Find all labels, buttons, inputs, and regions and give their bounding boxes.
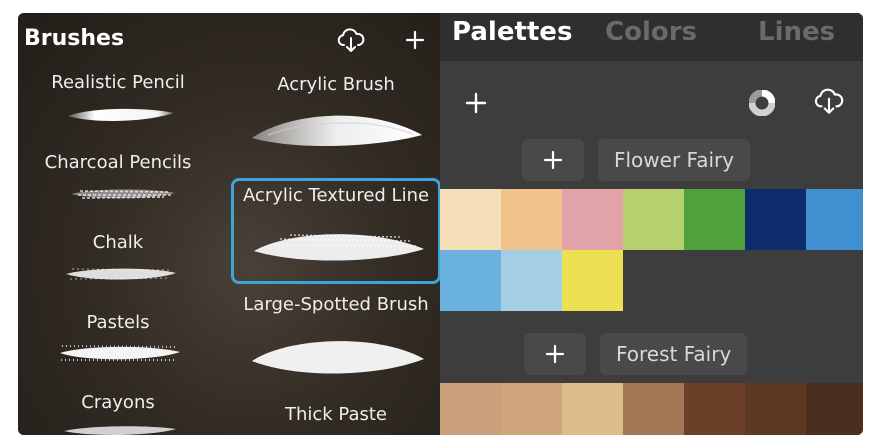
color-swatch[interactable] bbox=[806, 383, 863, 435]
charcoal-pencils-stroke-preview bbox=[71, 189, 175, 199]
color-swatch[interactable] bbox=[501, 250, 562, 311]
add-color-forest-fairy-button[interactable] bbox=[524, 333, 586, 375]
acrylic-brush-stroke-preview bbox=[252, 115, 422, 147]
crayons-stroke-preview bbox=[64, 426, 176, 435]
app-frame: Brushes Realistic Pencil Charcoal Pencil… bbox=[18, 13, 863, 435]
color-swatch[interactable] bbox=[562, 250, 623, 311]
color-swatch[interactable] bbox=[440, 189, 501, 250]
acrylic-textured-line-stroke-preview bbox=[254, 234, 424, 261]
color-swatch[interactable] bbox=[562, 383, 623, 435]
pastels-stroke-preview bbox=[60, 345, 180, 361]
plus-icon[interactable] bbox=[460, 87, 492, 119]
brush-large-spotted-brush[interactable]: Large-Spotted Brush bbox=[243, 294, 428, 315]
palette-name-flower-fairy[interactable]: Flower Fairy bbox=[598, 139, 751, 181]
color-swatch[interactable] bbox=[806, 189, 863, 250]
realistic-pencil-stroke-preview bbox=[68, 108, 174, 122]
palette-name-forest-fairy[interactable]: Forest Fairy bbox=[600, 333, 748, 375]
palettes-panel: Palettes Colors Lines Flower Fairy Fores… bbox=[440, 13, 863, 435]
color-swatch[interactable] bbox=[501, 189, 562, 250]
palettes-tabbar: Palettes Colors Lines bbox=[440, 13, 863, 61]
color-wheel-icon[interactable] bbox=[746, 87, 778, 119]
color-swatch[interactable] bbox=[623, 383, 684, 435]
add-color-flower-fairy-button[interactable] bbox=[522, 139, 584, 181]
tab-palettes[interactable]: Palettes bbox=[452, 17, 572, 47]
brush-chalk[interactable]: Chalk bbox=[93, 232, 143, 253]
color-swatch[interactable] bbox=[440, 383, 501, 435]
color-swatch[interactable] bbox=[623, 189, 684, 250]
brush-thick-paste[interactable]: Thick Paste bbox=[285, 404, 387, 425]
brush-pastels[interactable]: Pastels bbox=[87, 312, 150, 333]
color-swatch[interactable] bbox=[501, 383, 562, 435]
color-swatch[interactable] bbox=[684, 383, 745, 435]
plus-icon[interactable] bbox=[400, 25, 430, 55]
color-swatch[interactable] bbox=[440, 250, 501, 311]
tab-colors[interactable]: Colors bbox=[605, 17, 697, 47]
color-swatch[interactable] bbox=[562, 189, 623, 250]
chalk-stroke-preview bbox=[66, 268, 176, 280]
color-swatch[interactable] bbox=[745, 189, 806, 250]
brushes-panel: Brushes Realistic Pencil Charcoal Pencil… bbox=[18, 13, 441, 435]
brush-acrylic-textured-line[interactable]: Acrylic Textured Line bbox=[243, 185, 429, 206]
color-swatch[interactable] bbox=[684, 189, 745, 250]
tab-lines[interactable]: Lines bbox=[758, 17, 835, 47]
large-spotted-brush-stroke-preview bbox=[252, 341, 424, 374]
brushes-title: Brushes bbox=[24, 26, 125, 51]
brush-acrylic-brush[interactable]: Acrylic Brush bbox=[277, 74, 395, 95]
brush-realistic-pencil[interactable]: Realistic Pencil bbox=[51, 72, 184, 93]
brush-charcoal-pencils[interactable]: Charcoal Pencils bbox=[45, 152, 192, 173]
color-swatch[interactable] bbox=[745, 383, 806, 435]
cloud-download-icon[interactable] bbox=[813, 85, 845, 117]
brush-crayons[interactable]: Crayons bbox=[81, 392, 154, 413]
cloud-download-icon[interactable] bbox=[336, 25, 366, 55]
